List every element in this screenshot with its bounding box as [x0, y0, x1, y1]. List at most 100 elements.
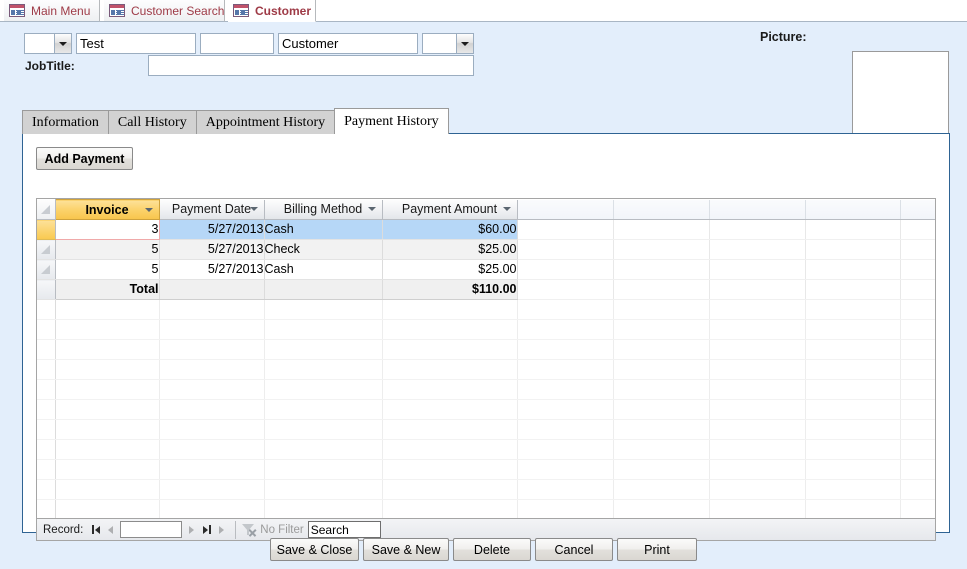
column-header-empty [805, 200, 900, 220]
cell-payment-amount[interactable]: $25.00 [382, 240, 517, 260]
save-and-new-button[interactable]: Save & New [363, 538, 449, 561]
filter-icon [242, 523, 256, 536]
total-label: Total [55, 280, 159, 300]
chevron-down-icon[interactable] [54, 34, 71, 53]
tab-call-history[interactable]: Call History [108, 110, 197, 134]
column-header-label: Payment Date [172, 202, 251, 216]
jobtitle-label: JobTitle: [25, 59, 75, 73]
row-selector[interactable] [37, 240, 55, 260]
tab-appointment-history[interactable]: Appointment History [196, 110, 335, 134]
cell-payment-amount[interactable]: $60.00 [382, 220, 517, 240]
suffix-combo[interactable] [422, 33, 474, 54]
column-header-payment-date[interactable]: Payment Date [159, 200, 264, 220]
column-header-invoice[interactable]: Invoice [55, 200, 159, 220]
table-empty-row [37, 300, 935, 320]
payment-table: Invoice Payment Date Billing Method [37, 199, 936, 519]
table-empty-row [37, 420, 935, 440]
chevron-down-icon[interactable] [503, 207, 511, 211]
tab-label: Appointment History [206, 115, 325, 131]
table-empty-row [37, 400, 935, 420]
chevron-down-icon[interactable] [145, 208, 153, 212]
cell-payment-date[interactable]: 5/27/2013 [159, 260, 264, 280]
total-payment-amount: $110.00 [382, 280, 517, 300]
document-tab-main-menu[interactable]: Main Menu [4, 0, 100, 22]
table-empty-row [37, 440, 935, 460]
first-name-field[interactable] [76, 33, 196, 54]
payment-datasheet[interactable]: Invoice Payment Date Billing Method [36, 198, 936, 519]
print-button[interactable]: Print [617, 538, 697, 561]
document-tab-customer[interactable]: Customer [228, 0, 316, 22]
chevron-down-icon[interactable] [368, 207, 376, 211]
jobtitle-field[interactable] [148, 55, 474, 76]
cell-empty [709, 220, 805, 240]
cell-empty [900, 260, 935, 280]
cell-empty [805, 280, 900, 300]
table-row[interactable]: 5 5/27/2013 Cash $25.00 [37, 260, 935, 280]
cell-empty [709, 240, 805, 260]
column-header-label: Billing Method [284, 202, 363, 216]
new-record-button[interactable] [214, 522, 229, 538]
save-and-close-button[interactable]: Save & Close [270, 538, 359, 561]
column-header-billing-method[interactable]: Billing Method [264, 200, 382, 220]
middle-name-field[interactable] [200, 33, 274, 54]
document-tab-customer-search[interactable]: Customer Search [104, 0, 225, 22]
chevron-down-icon[interactable] [456, 34, 473, 53]
title-combo[interactable] [24, 33, 72, 54]
tab-information[interactable]: Information [22, 110, 109, 134]
cell-empty [517, 260, 613, 280]
cell-invoice[interactable]: 5 [55, 260, 159, 280]
filter-label: No Filter [260, 524, 303, 536]
cell-empty [900, 280, 935, 300]
payment-history-panel: Add Payment [22, 133, 950, 533]
detail-tab-control: Information Call History Appointment His… [22, 108, 950, 533]
cell-empty [613, 220, 709, 240]
nav-divider [235, 521, 236, 539]
tab-label: Call History [118, 115, 187, 131]
detail-tab-strip: Information Call History Appointment His… [22, 108, 448, 134]
cell-invoice[interactable]: 5 [55, 240, 159, 260]
form-icon [109, 4, 125, 17]
table-row[interactable]: 3 5/27/2013 Cash $60.00 [37, 220, 935, 240]
chevron-down-icon[interactable] [250, 207, 258, 211]
cell-payment-date[interactable]: 5/27/2013 [159, 220, 264, 240]
row-selector[interactable] [37, 260, 55, 280]
previous-record-button[interactable] [103, 522, 118, 538]
cell-empty [900, 220, 935, 240]
record-label: Record: [43, 524, 83, 536]
add-payment-button[interactable]: Add Payment [36, 147, 133, 170]
record-number-input[interactable] [120, 521, 182, 538]
cancel-button[interactable]: Cancel [535, 538, 613, 561]
cell-empty [805, 260, 900, 280]
row-selector [37, 280, 55, 300]
row-selector[interactable] [37, 220, 55, 240]
column-header-empty [900, 200, 935, 220]
table-row[interactable]: 5 5/27/2013 Check $25.00 [37, 240, 935, 260]
cell-payment-amount[interactable]: $25.00 [382, 260, 517, 280]
delete-button[interactable]: Delete [453, 538, 531, 561]
document-tab-bar: Main Menu Customer Search Customer [0, 0, 967, 22]
search-input[interactable] [308, 521, 381, 538]
column-header-payment-amount[interactable]: Payment Amount [382, 200, 517, 220]
first-record-button[interactable] [88, 522, 103, 538]
column-header-label: Payment Amount [402, 202, 497, 216]
select-all-corner[interactable] [37, 200, 55, 220]
table-empty-row [37, 500, 935, 520]
table-empty-row [37, 380, 935, 400]
cell-billing-method[interactable]: Cash [264, 260, 382, 280]
cell-billing-method[interactable]: Cash [264, 220, 382, 240]
cell-billing-method[interactable]: Check [264, 240, 382, 260]
cell-empty [900, 240, 935, 260]
cell-empty [613, 280, 709, 300]
column-header-empty [613, 200, 709, 220]
tab-payment-history[interactable]: Payment History [334, 108, 449, 134]
last-record-button[interactable] [199, 522, 214, 538]
last-name-field[interactable] [278, 33, 418, 54]
next-record-button[interactable] [184, 522, 199, 538]
filter-status[interactable]: No Filter [242, 523, 307, 536]
table-empty-row [37, 460, 935, 480]
cell-invoice[interactable]: 3 [55, 220, 159, 240]
cell-payment-date[interactable]: 5/27/2013 [159, 240, 264, 260]
total-billing-method [264, 280, 382, 300]
table-empty-row [37, 320, 935, 340]
cell-empty [709, 280, 805, 300]
